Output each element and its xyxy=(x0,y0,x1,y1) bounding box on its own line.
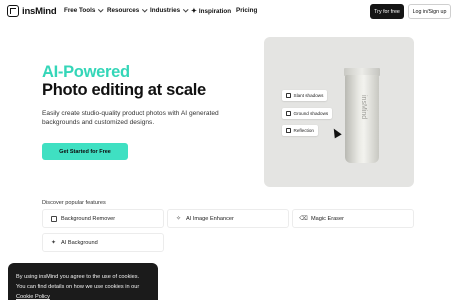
feature-magic-eraser[interactable]: ⌫ Magic Eraser xyxy=(292,209,414,228)
login-signup-button[interactable]: Log in/Sign up xyxy=(408,4,451,19)
image-remove-icon xyxy=(50,215,57,222)
doc-icon xyxy=(286,128,291,133)
feature-background-remover[interactable]: Background Remover xyxy=(42,209,164,228)
sparkle-icon: ✧ xyxy=(175,216,182,222)
chip-label: Reflection xyxy=(293,128,314,133)
nav-industries[interactable]: Industries xyxy=(150,6,189,14)
brand-name: insMind xyxy=(22,5,57,17)
cursor-pointer-icon xyxy=(330,126,342,139)
doc-icon xyxy=(286,111,291,116)
feature-ai-image-enhancer[interactable]: ✧ AI Image Enhancer xyxy=(167,209,289,228)
nav-industries-label: Industries xyxy=(150,7,181,14)
nav-resources[interactable]: Resources xyxy=(107,6,148,14)
eraser-icon: ⌫ xyxy=(299,216,308,222)
tube-brand-text: insMind xyxy=(360,95,367,120)
hero-title-main: Photo editing at scale xyxy=(42,81,206,99)
hero-description: Easily create studio-quality product pho… xyxy=(42,110,219,126)
nav-resources-label: Resources xyxy=(107,7,140,14)
nav-free-tools[interactable]: Free Tools xyxy=(64,6,104,14)
brand-logo[interactable]: insMind xyxy=(7,5,57,17)
chip-label: Slant shadows xyxy=(293,93,324,98)
chip-slant-shadows[interactable]: Slant shadows xyxy=(282,90,328,101)
product-tube-image: insMind xyxy=(344,68,380,168)
nav-pricing[interactable]: Pricing xyxy=(236,7,257,14)
chevron-down-icon xyxy=(183,6,189,12)
cookie-policy-link[interactable]: Cookie Policy xyxy=(16,292,150,300)
nav-free-tools-label: Free Tools xyxy=(64,7,96,14)
nav-pricing-label: Pricing xyxy=(236,7,258,14)
cookie-banner: By using insMind you agree to the use of… xyxy=(8,263,158,300)
chevron-down-icon xyxy=(98,6,104,12)
top-nav: insMind Free Tools Resources Industries … xyxy=(0,0,456,24)
features-heading: Discover popular features xyxy=(42,200,106,206)
logo-icon xyxy=(7,5,19,17)
doc-icon xyxy=(286,93,291,98)
hero-title-accent: AI-Powered xyxy=(42,63,130,81)
nav-inspiration[interactable]: ✦ Inspiration xyxy=(191,7,232,16)
cookie-text-line-2: You can find details on how we use cooki… xyxy=(16,284,140,290)
feature-ai-background[interactable]: ✦ AI Background xyxy=(42,233,164,252)
hero-showcase-image: insMind Slant shadows Ground shadows Ref… xyxy=(264,37,414,187)
feature-label: Background Remover xyxy=(61,215,116,222)
feature-label: AI Background xyxy=(61,239,98,246)
nav-inspiration-label: Inspiration xyxy=(198,7,232,15)
chip-reflection[interactable]: Reflection xyxy=(282,125,318,136)
get-started-button[interactable]: Get Started for Free xyxy=(42,143,128,160)
feature-label: AI Image Enhancer xyxy=(186,215,234,222)
sparkle-icon: ✦ xyxy=(191,8,197,15)
tube-body: insMind xyxy=(345,75,379,163)
chip-label: Ground shadows xyxy=(293,111,329,116)
cookie-text-line-1: By using insMind you agree to the use of… xyxy=(16,274,140,280)
try-for-free-button[interactable]: Try for free xyxy=(370,4,404,19)
sparkle-image-icon: ✦ xyxy=(50,240,57,246)
chevron-down-icon xyxy=(142,6,148,12)
feature-label: Magic Eraser xyxy=(311,215,344,222)
chip-ground-shadows[interactable]: Ground shadows xyxy=(282,108,333,119)
